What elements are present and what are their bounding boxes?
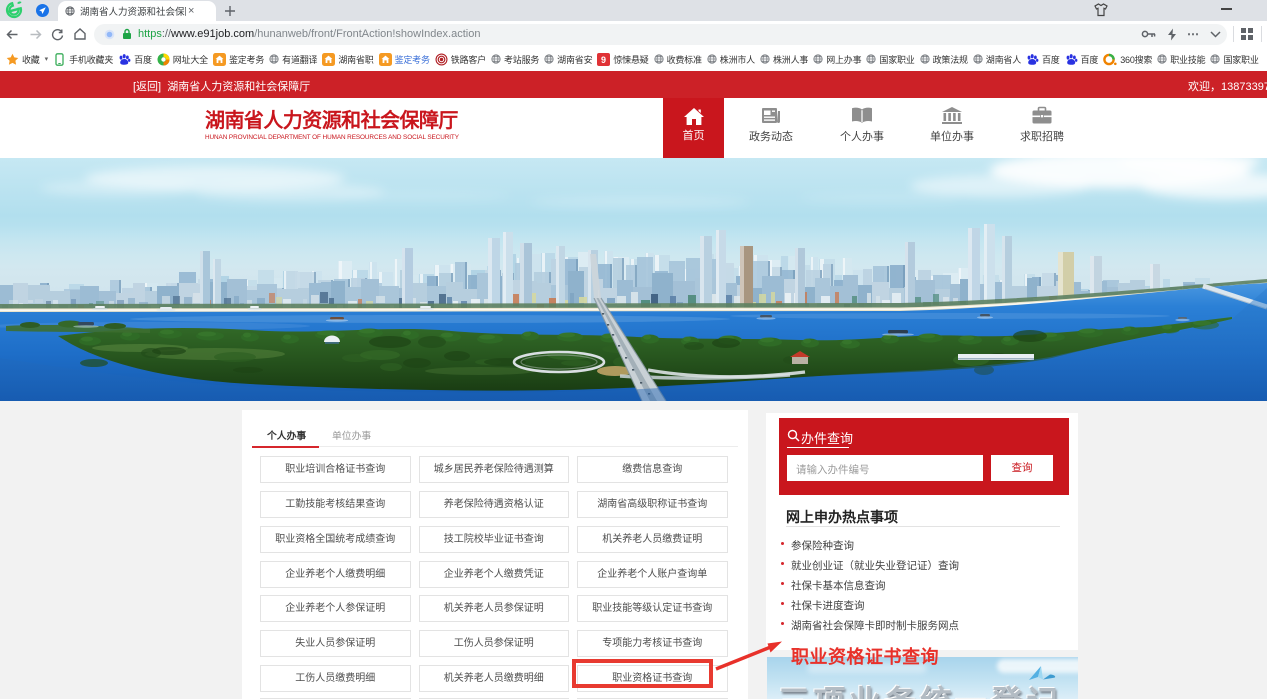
- svg-text:9: 9: [601, 55, 606, 65]
